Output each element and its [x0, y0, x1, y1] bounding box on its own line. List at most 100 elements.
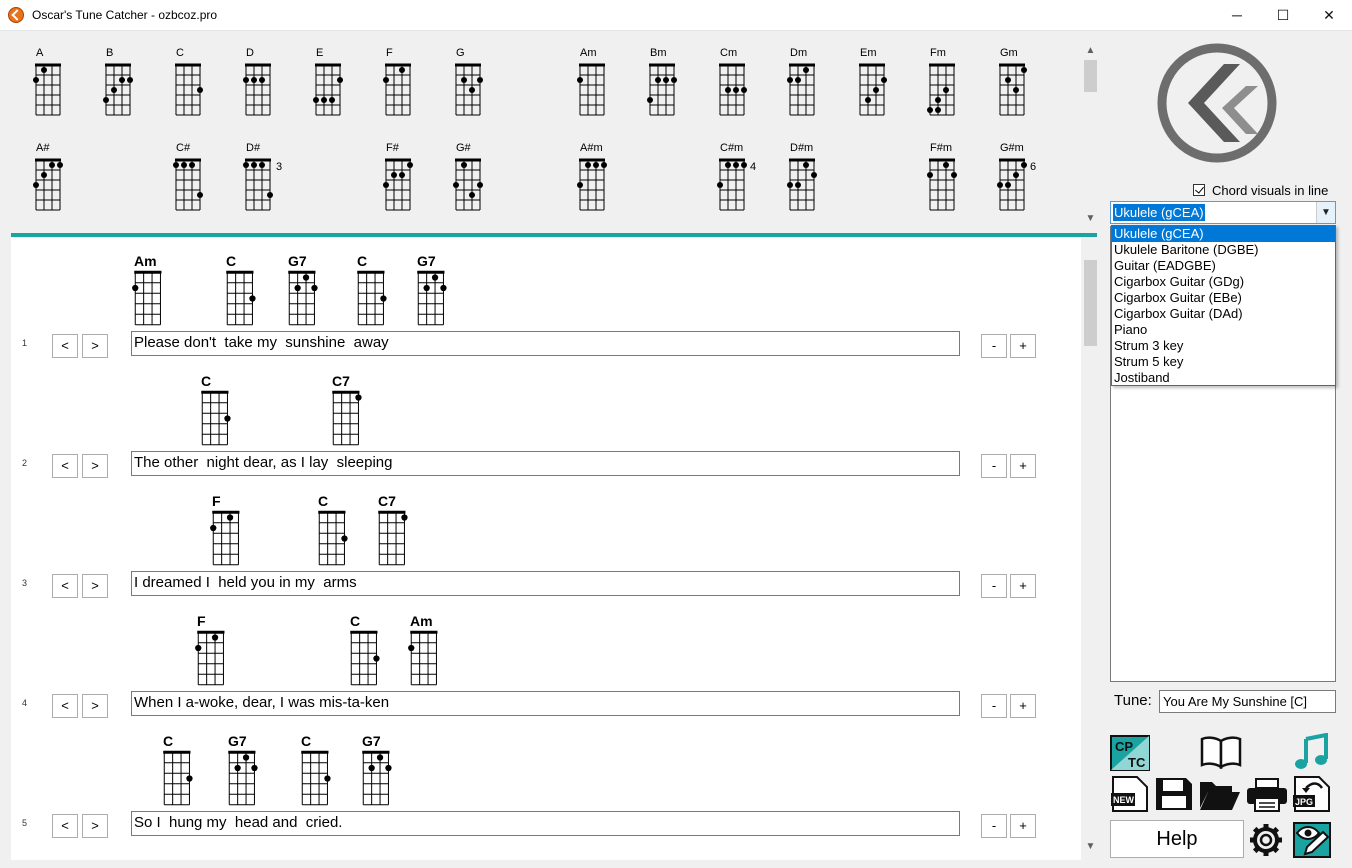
checkbox-checked-icon[interactable] — [1193, 184, 1205, 196]
instrument-option[interactable]: Jostiband — [1112, 370, 1335, 386]
increase-button[interactable]: + — [1010, 334, 1036, 358]
decrease-button[interactable]: - — [981, 814, 1007, 838]
palette-chord-name[interactable]: B — [106, 47, 113, 59]
palette-chord-name[interactable]: G# — [456, 142, 471, 154]
minimize-button[interactable]: ─ — [1214, 0, 1260, 30]
lyric-input[interactable]: I dreamed I held you in my arms — [131, 571, 960, 596]
instrument-select[interactable]: Ukulele (gCEA) ▼ — [1110, 201, 1336, 224]
song-area: Am C G7 C G7 1 < > - + Please don't take my sunshi… — [11, 238, 1081, 860]
palette-chord-name[interactable]: A — [36, 47, 43, 59]
open-folder-icon[interactable] — [1198, 776, 1242, 812]
shift-right-button[interactable]: > — [82, 334, 108, 358]
instrument-option[interactable]: Piano — [1112, 322, 1335, 338]
chord-diagram — [173, 158, 203, 211]
chevron-down-icon[interactable]: ▼ — [1316, 202, 1335, 223]
instrument-option[interactable]: Guitar (EADGBE) — [1112, 258, 1335, 274]
finger-dot — [383, 182, 389, 188]
shift-left-button[interactable]: < — [52, 454, 78, 478]
settings-gear-icon[interactable] — [1248, 822, 1284, 858]
palette-chord-name[interactable]: Cm — [720, 47, 737, 59]
palette-chord-name[interactable]: Fm — [930, 47, 946, 59]
scroll-down-arrow-icon[interactable]: ▼ — [1082, 840, 1099, 854]
new-file-icon[interactable]: NEW — [1110, 776, 1150, 812]
increase-button[interactable]: + — [1010, 694, 1036, 718]
palette-chord-name[interactable]: F — [386, 47, 393, 59]
palette-chord-name[interactable]: E — [316, 47, 323, 59]
instrument-option[interactable]: Cigarbox Guitar (GDg) — [1112, 274, 1335, 290]
save-disk-icon[interactable] — [1154, 776, 1194, 812]
decrease-button[interactable]: - — [981, 334, 1007, 358]
palette-chord-name[interactable]: A#m — [580, 142, 603, 154]
printer-icon[interactable] — [1246, 778, 1288, 812]
instrument-option[interactable]: Cigarbox Guitar (DAd) — [1112, 306, 1335, 322]
palette-chord-name[interactable]: D#m — [790, 142, 813, 154]
finger-dot — [601, 162, 607, 168]
palette-chord-name[interactable]: Gm — [1000, 47, 1018, 59]
finger-dot — [803, 67, 809, 73]
maximize-button[interactable]: ☐ — [1260, 0, 1306, 30]
increase-button[interactable]: + — [1010, 574, 1036, 598]
song-scrollbar[interactable]: ▼ — [1082, 238, 1099, 860]
instrument-option[interactable]: Ukulele (gCEA) — [1112, 226, 1335, 242]
finger-dot — [401, 514, 408, 521]
palette-chord-name[interactable]: Em — [860, 47, 877, 59]
instrument-option[interactable]: Strum 5 key — [1112, 354, 1335, 370]
palette-chord-name[interactable]: F#m — [930, 142, 952, 154]
book-icon[interactable] — [1199, 735, 1243, 769]
shift-right-button[interactable]: > — [82, 454, 108, 478]
scroll-down-arrow-icon[interactable]: ▼ — [1082, 212, 1099, 226]
chord-diagram — [243, 158, 273, 211]
decrease-button[interactable]: - — [981, 454, 1007, 478]
increase-button[interactable]: + — [1010, 814, 1036, 838]
scroll-thumb[interactable] — [1084, 60, 1097, 92]
music-note-icon[interactable] — [1294, 733, 1330, 771]
chord-diagram — [201, 390, 231, 445]
palette-chord-name[interactable]: Dm — [790, 47, 807, 59]
lyric-input[interactable]: Please don't take my sunshine away — [131, 331, 960, 356]
decrease-button[interactable]: - — [981, 574, 1007, 598]
palette-chord-name[interactable]: D# — [246, 142, 260, 154]
tune-input[interactable]: You Are My Sunshine [C] — [1159, 690, 1336, 713]
palette-chord-name[interactable]: C#m — [720, 142, 743, 154]
shift-right-button[interactable]: > — [82, 814, 108, 838]
lyric-input[interactable]: The other night dear, as I lay sleeping — [131, 451, 960, 476]
palette-chord-name[interactable]: C — [176, 47, 184, 59]
instrument-option[interactable]: Cigarbox Guitar (EBe) — [1112, 290, 1335, 306]
line-number: 2 — [22, 458, 28, 468]
shift-left-button[interactable]: < — [52, 574, 78, 598]
cptc-icon[interactable]: CP TC — [1110, 735, 1150, 771]
scroll-thumb[interactable] — [1084, 260, 1097, 346]
help-button[interactable]: Help — [1110, 820, 1244, 858]
view-edit-icon[interactable] — [1293, 822, 1331, 858]
palette-chord-name[interactable]: C# — [176, 142, 190, 154]
chord-diagram — [453, 158, 483, 211]
instrument-option[interactable]: Ukulele Baritone (DGBE) — [1112, 242, 1335, 258]
palette-chord-name[interactable]: A# — [36, 142, 49, 154]
palette-chord-name[interactable]: D — [246, 47, 254, 59]
palette-chord-name[interactable]: G — [456, 47, 465, 59]
increase-button[interactable]: + — [1010, 454, 1036, 478]
lyric-input[interactable]: So I hung my head and cried. — [131, 811, 960, 836]
chord-diagram — [719, 63, 747, 116]
palette-scrollbar[interactable]: ▲ ▼ — [1082, 44, 1099, 228]
palette-chord-name[interactable]: Am — [580, 47, 597, 59]
scroll-up-arrow-icon[interactable]: ▲ — [1082, 44, 1099, 58]
shift-left-button[interactable]: < — [52, 334, 78, 358]
finger-dot — [461, 77, 467, 83]
shift-left-button[interactable]: < — [52, 814, 78, 838]
shift-left-button[interactable]: < — [52, 694, 78, 718]
palette-chord-name[interactable]: F# — [386, 142, 399, 154]
chord-diagram — [577, 158, 607, 211]
close-button[interactable]: ✕ — [1306, 0, 1352, 30]
palette-chord-name[interactable]: Bm — [650, 47, 667, 59]
lyric-input[interactable]: When I a-woke, dear, I was mis-ta-ken — [131, 691, 960, 716]
shift-right-button[interactable]: > — [82, 694, 108, 718]
shift-right-button[interactable]: > — [82, 574, 108, 598]
chord-diagram — [194, 630, 225, 685]
instrument-option[interactable]: Strum 3 key — [1112, 338, 1335, 354]
palette-chord-name[interactable]: G#m — [1000, 142, 1024, 154]
instrument-dropdown-list[interactable]: Ukulele (gCEA) Ukulele Baritone (DGBE) Gui… — [1111, 225, 1336, 386]
finger-dot — [927, 107, 933, 113]
decrease-button[interactable]: - — [981, 694, 1007, 718]
export-jpg-icon[interactable]: JPG — [1292, 776, 1332, 812]
